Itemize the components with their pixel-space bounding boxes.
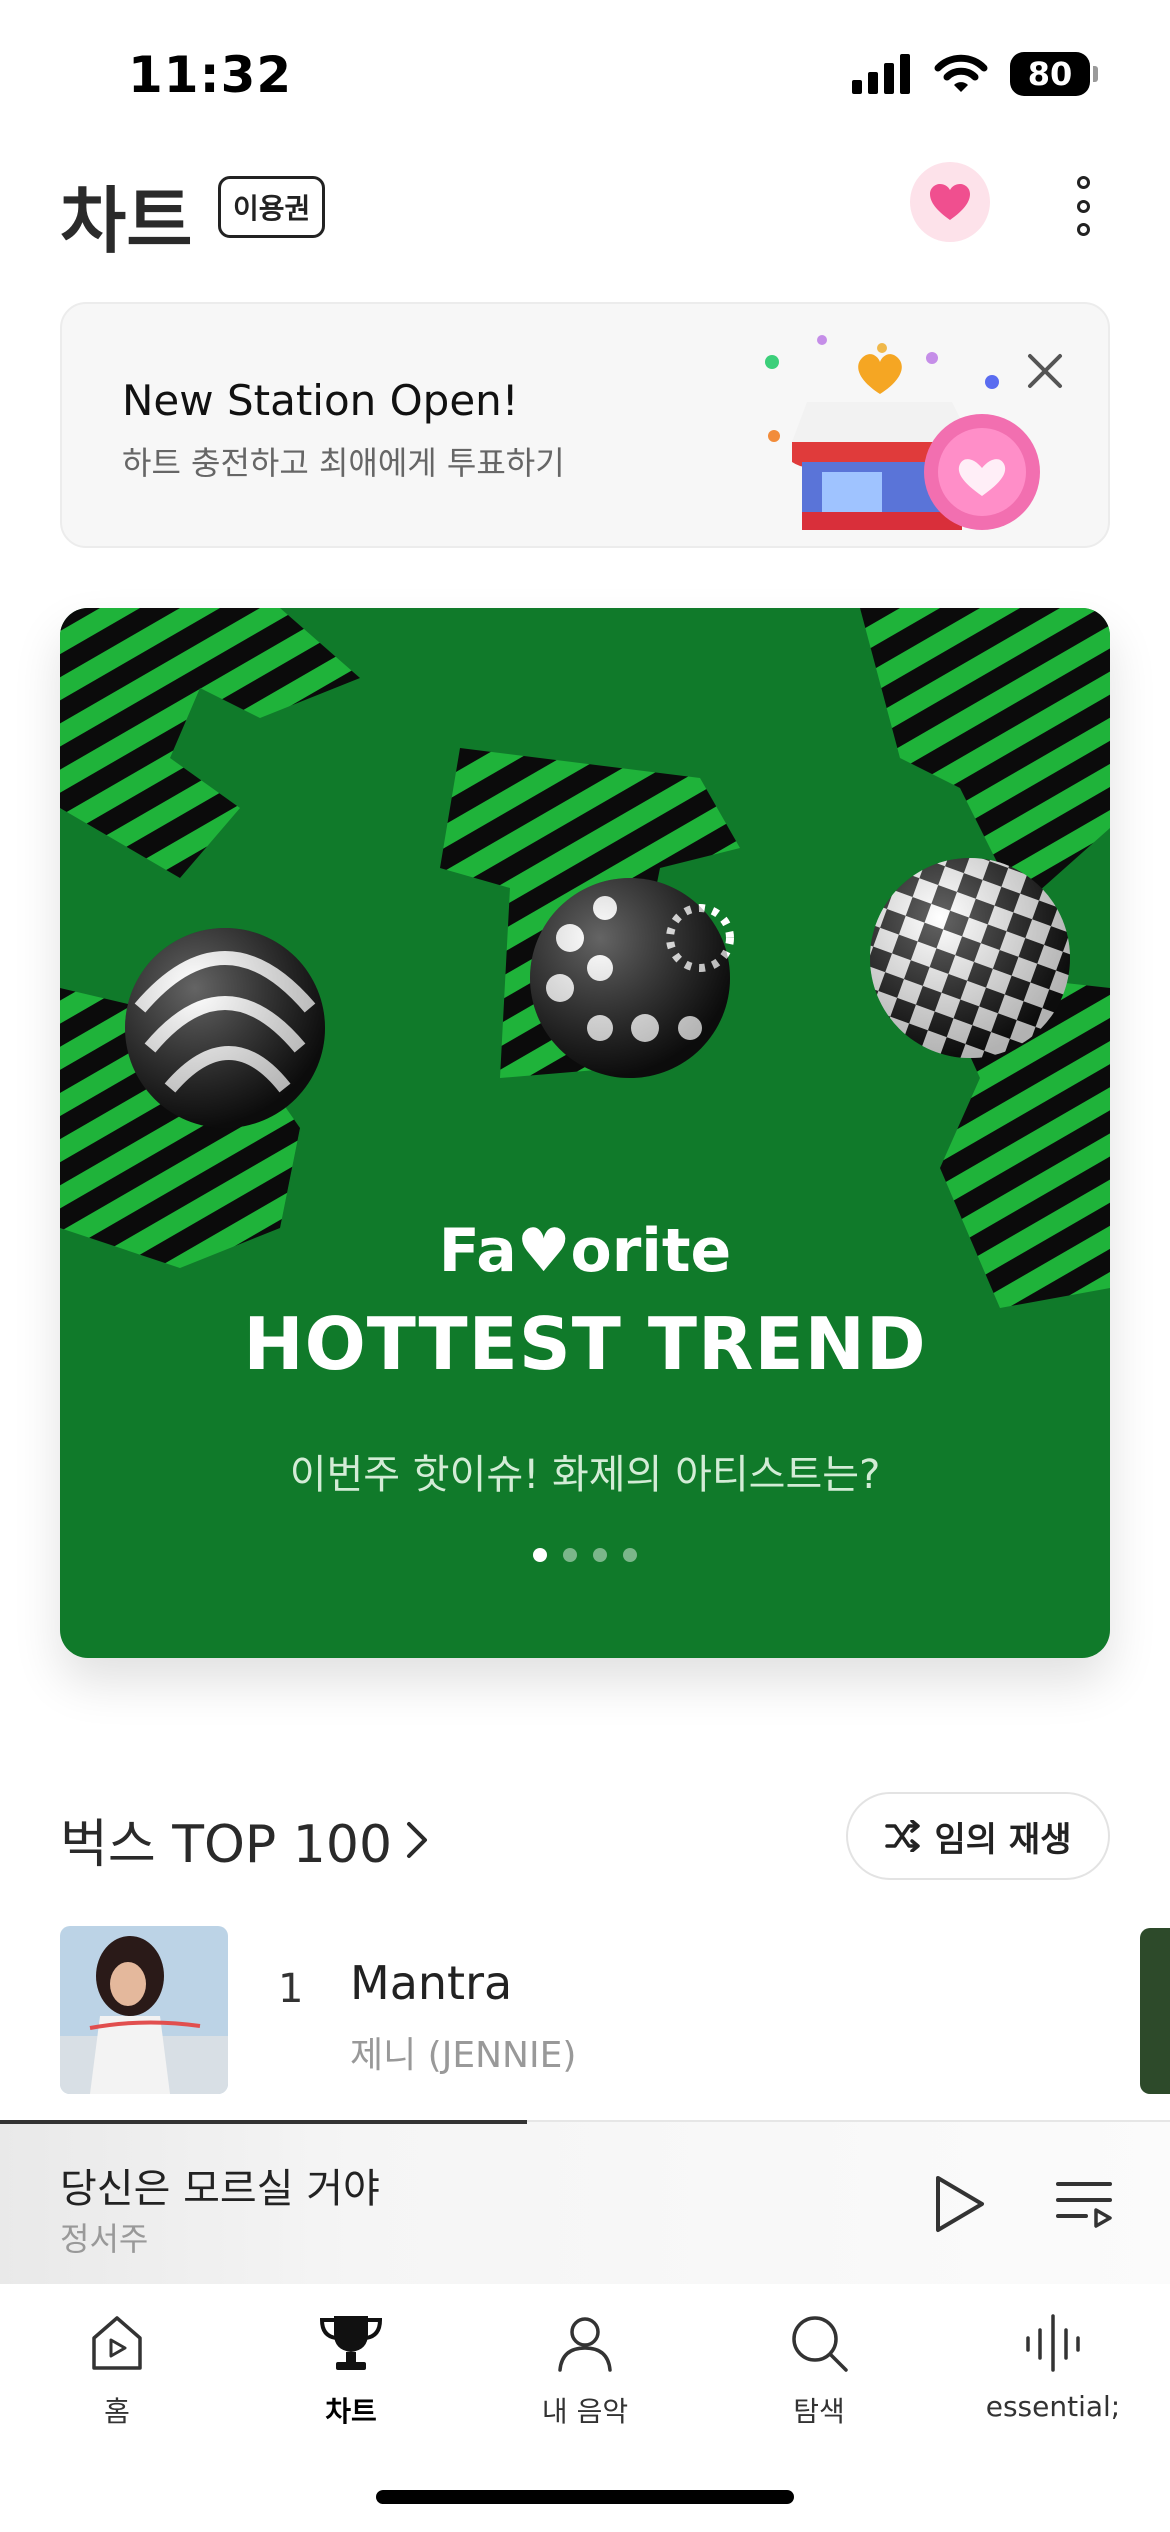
chevron-right-icon (407, 1821, 428, 1858)
more-options-icon[interactable] (1060, 168, 1106, 244)
wifi-icon (934, 54, 988, 92)
home-icon (92, 2316, 142, 2370)
top100-section-title[interactable]: 벅스 TOP 100 (60, 1802, 430, 1877)
shuffle-label: 임의 재생 (934, 1819, 1072, 1860)
banner-logo: Fa♥orite (438, 1216, 732, 1286)
promo-card[interactable]: New Station Open! 하트 충전하고 최애에게 투표하기 (60, 302, 1110, 548)
top100-title-label: 벅스 TOP 100 (60, 1815, 393, 1875)
playback-progress[interactable] (0, 2120, 527, 2124)
playlist-icon[interactable] (1052, 2172, 1116, 2236)
heart-button[interactable] (910, 162, 990, 242)
track-rank: 1 (278, 1966, 304, 2012)
carousel-dots[interactable] (60, 1548, 1110, 1562)
header: 차트 이용권 (0, 150, 1170, 270)
banner-artwork (60, 608, 1110, 1308)
shuffle-icon (884, 1820, 920, 1852)
carousel-dot[interactable] (593, 1548, 607, 1562)
tab-search[interactable]: 탐색 (702, 2310, 936, 2460)
tab-home[interactable]: 홈 (0, 2310, 234, 2460)
heart-shop-illustration (765, 335, 1040, 530)
tab-search-label: 탐색 (793, 2395, 845, 2428)
carousel-dot[interactable] (623, 1548, 637, 1562)
banner-subtitle: 이번주 핫이슈! 화제의 아티스트는? (289, 1452, 881, 1498)
battery-icon: 80 (1010, 52, 1098, 96)
person-icon (558, 2317, 612, 2372)
heart-icon (930, 184, 970, 220)
hero-banner[interactable]: Fa♥orite HOTTEST TREND 이번주 핫이슈! 화제의 아티스트… (60, 608, 1110, 1658)
carousel-dot[interactable] (563, 1548, 577, 1562)
signal-icon (852, 54, 910, 94)
shuffle-play-button[interactable]: 임의 재생 (846, 1792, 1110, 1880)
track-title: Mantra (350, 1956, 513, 2010)
tab-essential[interactable]: essential; (936, 2310, 1170, 2460)
album-art-image (60, 1926, 228, 2094)
pass-badge[interactable]: 이용권 (218, 176, 326, 238)
tab-home-label: 홈 (104, 2395, 130, 2428)
banner-title: HOTTEST TREND (243, 1302, 927, 1386)
play-icon[interactable] (926, 2172, 990, 2236)
status-time: 11:32 (128, 46, 293, 104)
battery-level: 80 (1027, 55, 1073, 93)
track-artist: 제니 (JENNIE) (350, 2035, 577, 2076)
promo-subtitle: 하트 충전하고 최애에게 투표하기 (122, 444, 565, 482)
album-art[interactable] (60, 1926, 228, 2094)
close-icon[interactable] (1022, 348, 1068, 394)
carousel-dot[interactable] (533, 1548, 547, 1562)
status-bar: 11:32 80 (0, 0, 1170, 150)
tab-my-music-label: 내 음악 (541, 2395, 629, 2428)
tab-chart[interactable]: 차트 (234, 2310, 468, 2460)
tab-my-music[interactable]: 내 음악 (468, 2310, 702, 2460)
waveform-icon (1026, 2314, 1080, 2372)
mini-player[interactable]: 당신은 모르실 거야 정서주 (0, 2120, 1170, 2284)
promo-title: New Station Open! (122, 376, 519, 425)
search-icon (792, 2316, 848, 2372)
status-icons: 80 (852, 52, 1098, 96)
tab-chart-label: 차트 (325, 2395, 377, 2428)
next-page-album-peek[interactable] (1140, 1928, 1170, 2094)
now-playing-title: 당신은 모르실 거야 (60, 2166, 380, 2212)
now-playing-artist: 정서주 (60, 2220, 149, 2258)
home-indicator (376, 2490, 794, 2504)
page-title: 차트 (60, 179, 193, 263)
tab-essential-label: essential; (985, 2390, 1121, 2423)
track-row[interactable]: 1 Mantra 제니 (JENNIE) (60, 1926, 1110, 2096)
trophy-icon (319, 2316, 383, 2370)
